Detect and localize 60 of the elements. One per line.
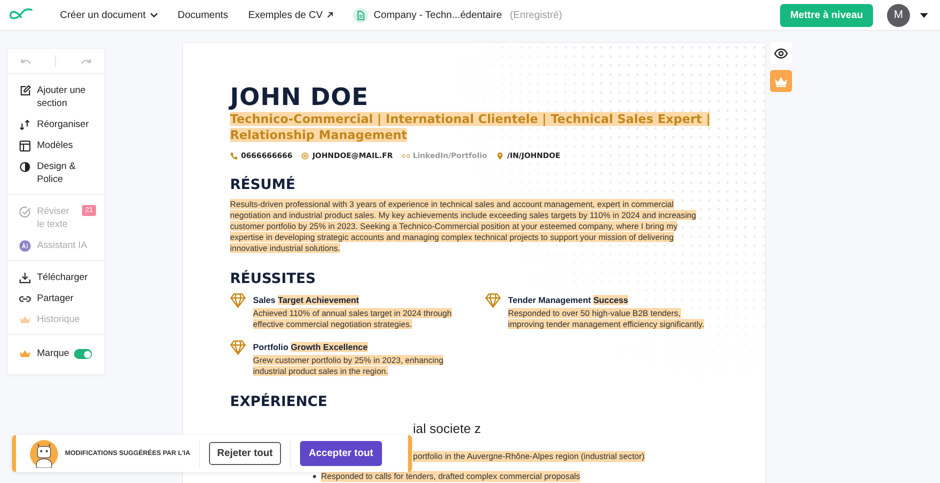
crown-icon bbox=[19, 314, 31, 326]
sidebar-item[interactable]: Partager bbox=[37, 292, 74, 305]
achievement-text: Responded to over 50 high-value B2B tenders, improving tender management efficiency significantly. bbox=[508, 308, 706, 330]
sidebar-item[interactable]: Marque bbox=[37, 347, 70, 360]
caret-icon[interactable] bbox=[920, 12, 928, 18]
job-title: ial societe z bbox=[413, 421, 481, 436]
contrast-icon bbox=[19, 161, 31, 173]
reject-all-button[interactable]: Rejeter tout bbox=[209, 442, 281, 465]
sidebar-item[interactable]: Ajouter une section bbox=[37, 84, 92, 110]
person-name: JOHN DOE bbox=[230, 83, 370, 111]
external-link-icon bbox=[326, 12, 333, 18]
diamond-icon bbox=[230, 292, 246, 308]
achievement-title: Tender Management Success bbox=[508, 295, 630, 305]
arrows-icon bbox=[19, 119, 31, 131]
undo-icon[interactable] bbox=[20, 58, 32, 64]
section-heading: RÉSUMÉ bbox=[230, 177, 296, 194]
pin-icon bbox=[496, 152, 504, 160]
bullet-dot bbox=[313, 475, 316, 478]
sidebar-item[interactable]: Réorganiser bbox=[37, 118, 89, 131]
save-status: (Enregistré) bbox=[510, 10, 562, 20]
crown-icon bbox=[774, 76, 788, 86]
sidebar-item[interactable]: Télécharger bbox=[37, 271, 88, 284]
avatar-button[interactable]: M bbox=[887, 4, 910, 26]
crown-icon bbox=[19, 348, 31, 360]
at-icon bbox=[301, 152, 310, 160]
section-heading: EXPÉRIENCE bbox=[230, 394, 328, 411]
document-icon bbox=[352, 8, 368, 22]
achievement-title: Sales Target Achievement bbox=[253, 295, 360, 305]
nav-link[interactable]: Documents bbox=[178, 10, 228, 20]
toggle-switch[interactable] bbox=[74, 349, 92, 359]
sidebar-item[interactable]: Design & Police bbox=[37, 160, 92, 186]
summary-text: Results-driven professional with 3 years of experience in technical sales and account management, expert in commercial negotiation and industrial product sales. My key achievements include exceeding sales targets by 110% in 2024 and increasing customer portfolio by 25% in 2023. Seeking a Technico-Commercial position at your esteemed company, where I bring my expertise in developing strategic accounts and managing complex technical projects to support your mission of delivering innovative industrial solutions. bbox=[230, 199, 698, 254]
layout-icon bbox=[19, 140, 31, 152]
premium-button[interactable] bbox=[770, 70, 792, 92]
achievement-title: Portfolio Growth Excellence bbox=[253, 342, 369, 352]
phone-icon bbox=[230, 152, 238, 160]
accept-all-button[interactable]: Accepter tout bbox=[300, 441, 382, 466]
nav-link[interactable]: Créer un document bbox=[60, 10, 158, 20]
bullet-text: portfolio in the Auvergne-Rhône-Alpes region (industrial sector) bbox=[413, 451, 645, 462]
achievement-text: Achieved 110% of annual sales target in 2024 through effective commercial negotiation strategies. bbox=[253, 308, 453, 330]
ai-icon bbox=[19, 240, 31, 252]
edit-icon bbox=[19, 85, 31, 97]
section-heading: RÉUSSITES bbox=[230, 271, 317, 288]
eye-icon bbox=[774, 48, 788, 58]
preview-button[interactable] bbox=[770, 42, 792, 64]
document-title[interactable]: Company - Techn...édentaire bbox=[374, 10, 502, 20]
download-icon bbox=[19, 272, 31, 284]
diamond-icon bbox=[230, 339, 246, 355]
link-icon bbox=[19, 293, 31, 305]
chevron-down-icon bbox=[150, 12, 158, 18]
achievement-text: Grew customer portfolio by 25% in 2023, enhancing industrial product sales in the region. bbox=[253, 355, 444, 377]
diamond-icon bbox=[485, 292, 501, 308]
bullet-text: Responded to calls for tenders, drafted complex commercial proposals bbox=[321, 471, 580, 482]
headline-text: Technico-Commercial | International Clientele | Technical Sales Expert | Relationship Management bbox=[230, 111, 712, 143]
robot-avatar-icon bbox=[30, 440, 58, 468]
nav-link[interactable]: Exemples de CV bbox=[248, 10, 333, 20]
link-icon bbox=[402, 152, 410, 160]
check-icon bbox=[19, 206, 31, 218]
redo-icon[interactable] bbox=[80, 58, 92, 64]
sidebar-item[interactable]: Modèles bbox=[37, 139, 73, 152]
